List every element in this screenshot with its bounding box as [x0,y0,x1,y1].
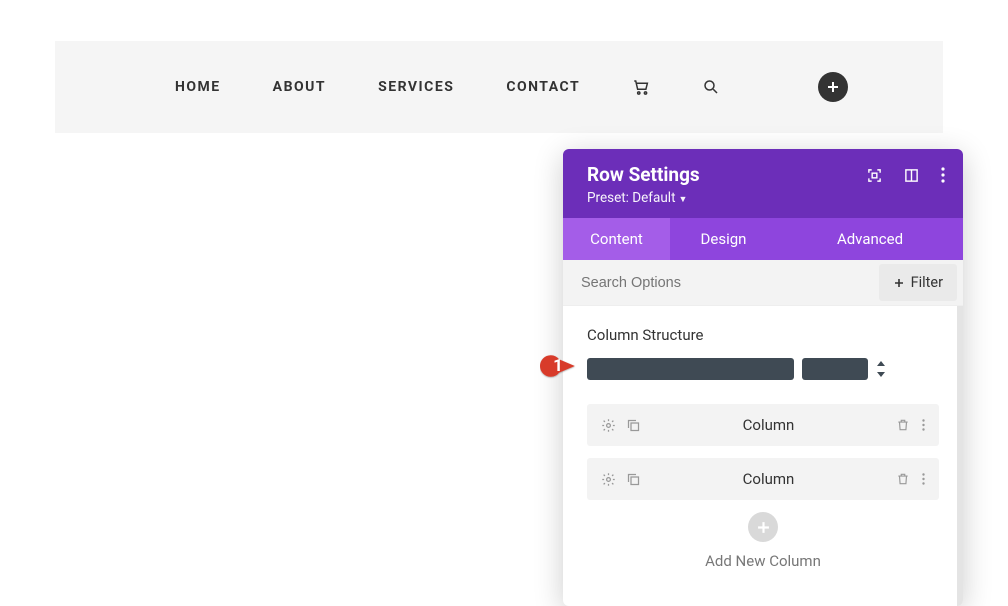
column-item[interactable]: Column [587,404,939,446]
nav-contact[interactable]: CONTACT [506,79,580,95]
structure-bar-large [587,358,794,380]
top-nav-bar: HOME ABOUT SERVICES CONTACT [55,41,943,133]
column-label: Column [641,416,896,434]
preset-dropdown[interactable]: Preset: Default▼ [587,190,939,206]
column-structure-selector[interactable] [587,358,939,380]
trash-icon[interactable] [896,472,910,486]
tab-content[interactable]: Content [563,218,670,260]
add-column-label: Add New Column [587,552,939,570]
tab-design[interactable]: Design [670,218,777,260]
trash-icon[interactable] [896,418,910,432]
nav-links: HOME ABOUT SERVICES CONTACT [175,78,720,96]
responsive-icon[interactable] [904,168,919,183]
search-bar: Filter [563,260,963,306]
panel-header-actions [867,167,945,183]
more-icon[interactable] [922,472,925,486]
column-structure-label: Column Structure [587,326,939,344]
structure-sort-icon[interactable] [876,361,894,377]
more-icon[interactable] [922,418,925,432]
add-column-button[interactable] [748,512,778,542]
nav-home[interactable]: HOME [175,79,221,95]
gear-icon[interactable] [601,418,616,433]
focus-icon[interactable] [867,168,882,183]
gear-icon[interactable] [601,472,616,487]
nav-about[interactable]: ABOUT [273,79,326,95]
panel-body: Column Structure Column Col [563,306,963,606]
column-item[interactable]: Column [587,458,939,500]
add-column-section: Add New Column [587,512,939,570]
more-menu-icon[interactable] [941,167,945,183]
plus-icon [893,277,905,289]
search-options-input[interactable] [563,263,879,303]
structure-bar-small [802,358,868,380]
column-label: Column [641,470,896,488]
duplicate-icon[interactable] [626,472,641,487]
row-settings-panel: Row Settings Preset: Default▼ Content De… [563,149,963,606]
cart-icon[interactable] [632,78,650,96]
filter-button[interactable]: Filter [879,264,957,301]
preset-label: Preset: Default [587,190,675,206]
duplicate-icon[interactable] [626,418,641,433]
search-icon[interactable] [702,78,720,96]
nav-services[interactable]: SERVICES [378,79,454,95]
panel-tabs: Content Design Advanced [563,218,963,260]
add-button[interactable] [818,72,848,102]
panel-header: Row Settings Preset: Default▼ [563,149,963,218]
filter-label: Filter [911,274,943,291]
caret-down-icon: ▼ [678,195,687,205]
tab-advanced[interactable]: Advanced [777,218,963,260]
